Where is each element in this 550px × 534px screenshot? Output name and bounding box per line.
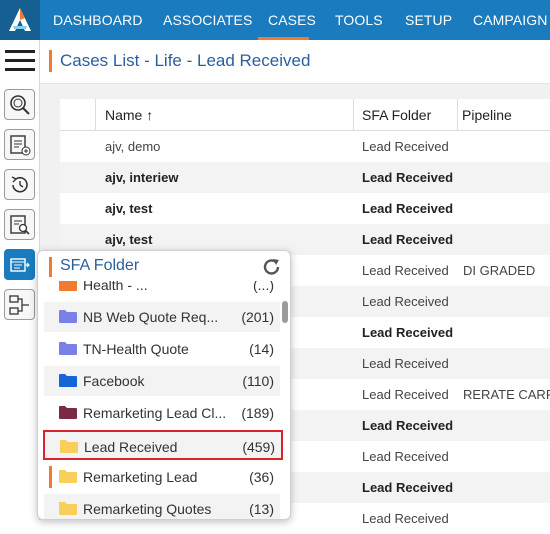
cell-sfa-folder: Lead Received (362, 449, 449, 464)
sfa-folder-popup: SFA Folder Health - ... (...) NB Web Quote… (37, 250, 291, 520)
cell-pipeline: DI GRADED (463, 263, 536, 278)
page-header: Cases List - Life - Lead Received (40, 40, 550, 84)
document-search-button[interactable] (4, 209, 35, 240)
folder-name: Facebook (83, 373, 145, 389)
folder-icon (59, 470, 77, 483)
logo-icon (9, 8, 31, 31)
document-search-icon (10, 215, 30, 235)
app-logo[interactable] (0, 0, 40, 40)
column-header-name[interactable]: Name ↑ (105, 107, 153, 123)
history-icon (11, 176, 28, 193)
folder-count: (189) (241, 405, 274, 421)
sfa-folder-icon (10, 258, 30, 272)
top-navigation-bar: DASHBOARD ASSOCIATES CASES TOOLS SETUP C… (0, 0, 550, 40)
folder-item[interactable]: Facebook (110) (44, 366, 280, 396)
cell-sfa-folder: Lead Received (362, 232, 454, 247)
search-icon (10, 95, 30, 115)
folder-item[interactable]: NB Web Quote Req... (201) (44, 302, 280, 332)
popup-title: SFA Folder (60, 257, 140, 274)
history-button[interactable] (4, 169, 35, 200)
add-case-button[interactable] (4, 129, 35, 160)
nav-cases[interactable]: CASES (268, 12, 316, 28)
menu-icon[interactable] (5, 50, 35, 72)
folder-list-scrollbar[interactable] (281, 281, 289, 519)
nav-dashboard[interactable]: DASHBOARD (53, 12, 143, 28)
cell-pipeline: RERATE CARRIE (463, 387, 550, 402)
folder-item[interactable]: Lead Received (459) (43, 430, 283, 460)
folder-name: Remarketing Lead (83, 469, 198, 485)
cell-name[interactable]: ajv, demo (105, 139, 160, 154)
nav-campaign[interactable]: CAMPAIGN (473, 12, 547, 28)
cell-name[interactable]: ajv, test (105, 232, 152, 247)
folder-icon (59, 374, 77, 387)
scrollbar-thumb[interactable] (282, 301, 288, 323)
folder-name: NB Web Quote Req... (83, 309, 219, 325)
cell-sfa-folder: Lead Received (362, 139, 449, 154)
cell-sfa-folder: Lead Received (362, 201, 454, 216)
refresh-icon[interactable] (262, 258, 282, 276)
column-header-pipeline[interactable]: Pipeline (462, 107, 512, 123)
folder-count: (459) (242, 439, 275, 455)
folder-name: TN-Health Quote (83, 341, 189, 357)
folder-count: (110) (242, 373, 274, 389)
cell-sfa-folder: Lead Received (362, 511, 449, 526)
nav-tools[interactable]: TOOLS (335, 12, 383, 28)
folder-icon (59, 406, 77, 419)
nav-associates[interactable]: ASSOCIATES (163, 12, 252, 28)
folder-item[interactable]: TN-Health Quote (14) (44, 334, 280, 364)
popup-accent-bar (49, 257, 52, 277)
folder-name: Health - ... (83, 281, 148, 293)
cell-sfa-folder: Lead Received (362, 418, 454, 433)
cell-sfa-folder: Lead Received (362, 356, 449, 371)
folder-marker (49, 466, 52, 488)
cell-sfa-folder: Lead Received (362, 294, 449, 309)
cell-sfa-folder: Lead Received (362, 387, 449, 402)
column-header-sfa-folder[interactable]: SFA Folder (362, 107, 431, 123)
cell-sfa-folder: Lead Received (362, 263, 449, 278)
folder-icon (59, 310, 77, 323)
add-document-icon (10, 135, 31, 156)
folder-icon (60, 440, 78, 453)
folder-item[interactable]: Remarketing Quotes (13) (44, 494, 280, 519)
folder-list: Health - ... (...) NB Web Quote Req... (201… (38, 281, 290, 519)
folder-count: (...) (253, 281, 274, 293)
folder-name: Remarketing Quotes (83, 501, 212, 517)
folder-item[interactable]: Remarketing Lead Cl... (189) (44, 398, 280, 428)
folder-icon (59, 342, 77, 355)
table-header: Name ↑ SFA Folder Pipeline (60, 99, 550, 131)
table-row[interactable]: ajv, test Lead Received (60, 193, 550, 224)
cell-name[interactable]: ajv, interiew (105, 170, 178, 185)
folder-name: Remarketing Lead Cl... (83, 405, 227, 421)
sfa-folder-button[interactable] (4, 249, 35, 280)
folder-item[interactable]: Health - ... (...) (44, 281, 280, 300)
table-row[interactable]: ajv, interiew Lead Received (60, 162, 550, 193)
cell-sfa-folder: Lead Received (362, 325, 454, 340)
page-title: Cases List - Life - Lead Received (60, 51, 311, 70)
cell-sfa-folder: Lead Received (362, 170, 454, 185)
folder-count: (36) (249, 469, 274, 485)
folder-name: Lead Received (84, 439, 178, 455)
folder-icon (59, 281, 77, 291)
title-accent-bar (49, 50, 52, 72)
workflow-button[interactable] (4, 289, 35, 320)
folder-count: (14) (249, 341, 274, 357)
cell-name[interactable]: ajv, test (105, 201, 152, 216)
left-toolbar (0, 40, 40, 520)
folder-item[interactable]: Remarketing Lead (36) (44, 462, 280, 492)
folder-count: (13) (249, 501, 274, 517)
nav-setup[interactable]: SETUP (405, 12, 452, 28)
folder-icon (59, 502, 77, 515)
workflow-icon (9, 295, 29, 315)
folder-count: (201) (241, 309, 274, 325)
search-tool-button[interactable] (4, 89, 35, 120)
table-row[interactable]: ajv, demo Lead Received (60, 131, 550, 162)
cell-sfa-folder: Lead Received (362, 480, 454, 495)
